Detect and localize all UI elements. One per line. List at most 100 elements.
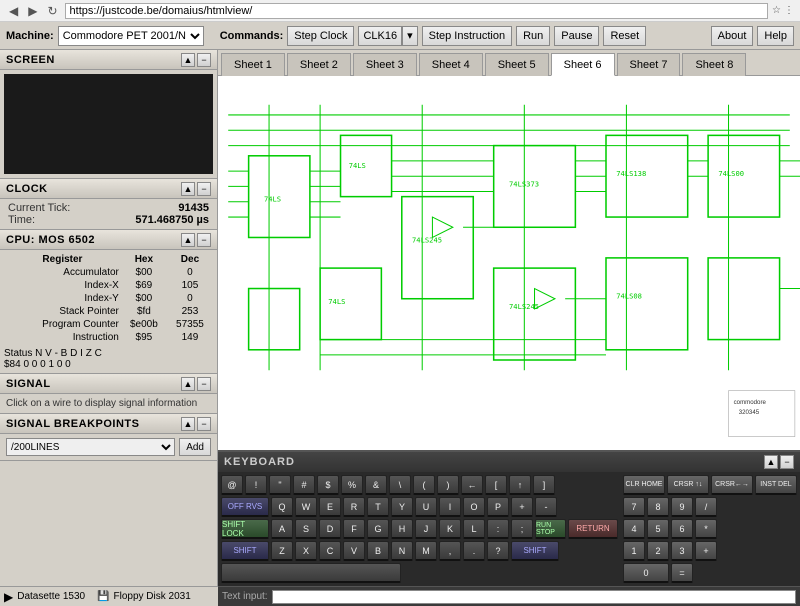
sheet-tab[interactable]: Sheet 3 bbox=[353, 53, 417, 76]
screen-collapse-btn[interactable]: ▲ bbox=[181, 53, 195, 67]
key-rparen[interactable]: ) bbox=[437, 475, 459, 495]
key-larrow[interactable]: ← bbox=[461, 475, 483, 495]
key-j[interactable]: J bbox=[415, 519, 437, 539]
sheet-tab[interactable]: Sheet 6 bbox=[551, 53, 615, 76]
back-button[interactable]: ◀ bbox=[6, 3, 21, 19]
sheet-tab[interactable]: Sheet 2 bbox=[287, 53, 351, 76]
key-3[interactable]: 3 bbox=[671, 541, 693, 561]
key-shift-right[interactable]: SHIFT bbox=[511, 541, 559, 561]
key-plus[interactable]: + bbox=[511, 497, 533, 517]
key-y[interactable]: Y bbox=[391, 497, 413, 517]
key-dquote[interactable]: " bbox=[269, 475, 291, 495]
text-input-field[interactable] bbox=[272, 590, 796, 604]
key-u[interactable]: U bbox=[415, 497, 437, 517]
key-d[interactable]: D bbox=[319, 519, 341, 539]
signal-minus-btn[interactable]: − bbox=[197, 377, 211, 391]
key-0[interactable]: 0 bbox=[623, 563, 669, 583]
run-button[interactable]: Run bbox=[516, 26, 550, 46]
key-2[interactable]: 2 bbox=[647, 541, 669, 561]
keyboard-collapse-btn[interactable]: ▲ bbox=[764, 455, 778, 469]
key-equals[interactable]: = bbox=[671, 563, 693, 583]
key-question[interactable]: ? bbox=[487, 541, 509, 561]
key-shift-lock[interactable]: SHIFT LOCK bbox=[221, 519, 269, 539]
key-5[interactable]: 5 bbox=[647, 519, 669, 539]
key-clr-home[interactable]: CLR HOME bbox=[623, 475, 665, 495]
key-c[interactable]: C bbox=[319, 541, 341, 561]
breakpoints-add-button[interactable]: Add bbox=[179, 438, 211, 456]
key-b[interactable]: B bbox=[367, 541, 389, 561]
key-inst-del[interactable]: INST DEL bbox=[755, 475, 797, 495]
key-m[interactable]: M bbox=[415, 541, 437, 561]
key-lparen[interactable]: ( bbox=[413, 475, 435, 495]
key-comma[interactable]: , bbox=[439, 541, 461, 561]
key-hash[interactable]: # bbox=[293, 475, 315, 495]
key-shift-left[interactable]: SHIFT bbox=[221, 541, 269, 561]
cpu-minus-btn[interactable]: − bbox=[197, 233, 211, 247]
key-percent[interactable]: % bbox=[341, 475, 363, 495]
key-f[interactable]: F bbox=[343, 519, 365, 539]
screen-minus-btn[interactable]: − bbox=[197, 53, 211, 67]
key-amp[interactable]: & bbox=[365, 475, 387, 495]
url-bar[interactable] bbox=[65, 3, 769, 19]
circuit-area[interactable]: 74LS 74LS 74LS245 74LS373 74LS245 74LS13… bbox=[218, 76, 800, 450]
pause-button[interactable]: Pause bbox=[554, 26, 599, 46]
key-p[interactable]: P bbox=[487, 497, 509, 517]
key-s[interactable]: S bbox=[295, 519, 317, 539]
key-n[interactable]: N bbox=[391, 541, 413, 561]
key-crsr-lr[interactable]: CRSR←→ bbox=[711, 475, 753, 495]
key-8[interactable]: 8 bbox=[647, 497, 669, 517]
keyboard-minus-btn[interactable]: − bbox=[780, 455, 794, 469]
sheet-tab[interactable]: Sheet 7 bbox=[617, 53, 681, 76]
key-rbracket[interactable]: ] bbox=[533, 475, 555, 495]
clock-minus-btn[interactable]: − bbox=[197, 182, 211, 196]
key-slash[interactable]: / bbox=[695, 497, 717, 517]
refresh-button[interactable]: ↻ bbox=[44, 3, 60, 19]
key-o[interactable]: O bbox=[463, 497, 485, 517]
sheet-tab[interactable]: Sheet 4 bbox=[419, 53, 483, 76]
key-minus[interactable]: - bbox=[535, 497, 557, 517]
key-period[interactable]: . bbox=[463, 541, 485, 561]
key-space[interactable] bbox=[221, 563, 401, 583]
signal-collapse-btn[interactable]: ▲ bbox=[181, 377, 195, 391]
key-k[interactable]: K bbox=[439, 519, 461, 539]
sheet-tab[interactable]: Sheet 1 bbox=[221, 53, 285, 76]
key-e[interactable]: E bbox=[319, 497, 341, 517]
reset-button[interactable]: Reset bbox=[603, 26, 646, 46]
clk16-button[interactable]: CLK16 bbox=[358, 26, 402, 46]
key-1[interactable]: 1 bbox=[623, 541, 645, 561]
key-excl[interactable]: ! bbox=[245, 475, 267, 495]
key-backslash[interactable]: \ bbox=[389, 475, 411, 495]
key-4[interactable]: 4 bbox=[623, 519, 645, 539]
sheet-tab[interactable]: Sheet 8 bbox=[682, 53, 746, 76]
key-semicolon[interactable]: ; bbox=[511, 519, 533, 539]
key-asterisk[interactable]: * bbox=[695, 519, 717, 539]
key-q[interactable]: Q bbox=[271, 497, 293, 517]
key-9[interactable]: 9 bbox=[671, 497, 693, 517]
key-g[interactable]: G bbox=[367, 519, 389, 539]
clock-collapse-btn[interactable]: ▲ bbox=[181, 182, 195, 196]
clk16-dropdown[interactable]: ▾ bbox=[402, 26, 418, 46]
key-z[interactable]: Z bbox=[271, 541, 293, 561]
key-crsr-ud[interactable]: CRSR ↑↓ bbox=[667, 475, 709, 495]
key-run-stop[interactable]: RUN STOP bbox=[535, 519, 566, 539]
help-button[interactable]: Help bbox=[757, 26, 794, 46]
breakpoints-collapse-btn[interactable]: ▲ bbox=[181, 417, 195, 431]
machine-select[interactable]: Commodore PET 2001/N bbox=[58, 26, 204, 46]
key-a[interactable]: A bbox=[271, 519, 293, 539]
step-clock-button[interactable]: Step Clock bbox=[287, 26, 354, 46]
about-button[interactable]: About bbox=[711, 26, 754, 46]
forward-button[interactable]: ▶ bbox=[25, 3, 40, 19]
key-at[interactable]: @ bbox=[221, 475, 243, 495]
breakpoints-minus-btn[interactable]: − bbox=[197, 417, 211, 431]
key-off-rvs[interactable]: OFF RVS bbox=[221, 497, 269, 517]
key-v[interactable]: V bbox=[343, 541, 365, 561]
key-r[interactable]: R bbox=[343, 497, 365, 517]
key-7[interactable]: 7 bbox=[623, 497, 645, 517]
key-uparrow[interactable]: ↑ bbox=[509, 475, 531, 495]
cpu-collapse-btn[interactable]: ▲ bbox=[181, 233, 195, 247]
breakpoints-select[interactable]: /200LINES bbox=[6, 438, 175, 456]
key-lbracket[interactable]: [ bbox=[485, 475, 507, 495]
key-return[interactable]: RETURN bbox=[568, 519, 618, 539]
key-6[interactable]: 6 bbox=[671, 519, 693, 539]
key-colon[interactable]: : bbox=[487, 519, 509, 539]
